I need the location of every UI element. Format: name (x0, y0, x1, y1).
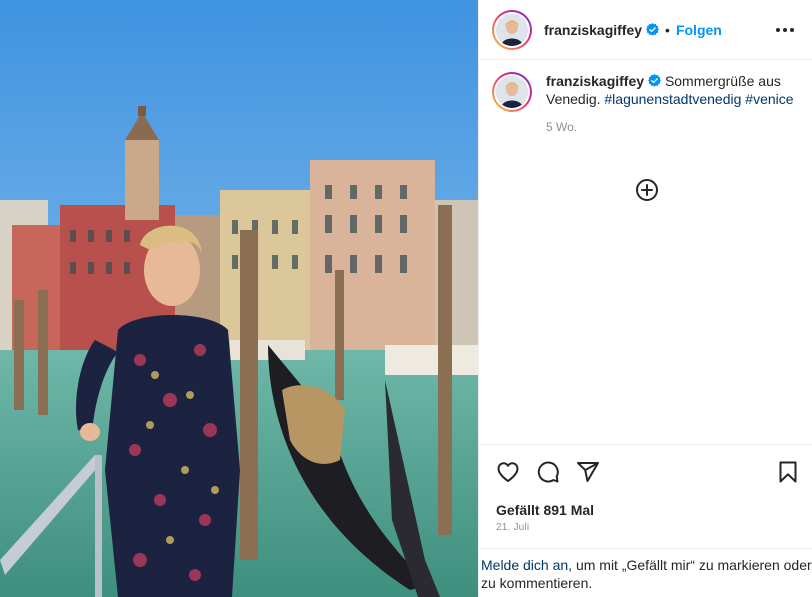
login-link[interactable]: Melde dich an (481, 557, 568, 573)
avatar[interactable] (492, 9, 532, 50)
post-date: 21. Juli (496, 522, 530, 533)
post-actions: Gefällt 891 Mal 21. Juli (479, 444, 812, 548)
caption-avatar[interactable] (492, 72, 532, 112)
add-circle-icon[interactable] (635, 178, 659, 202)
send-icon[interactable] (576, 460, 600, 484)
post-caption: franziskagiffey Sommergrüße aus Venedig.… (492, 72, 802, 136)
caption-body: franziskagiffey Sommergrüße aus Venedig.… (546, 72, 796, 136)
caption-avatar-image (494, 74, 530, 110)
avatar-image (494, 11, 530, 48)
profile-photo-icon (496, 13, 528, 46)
heart-icon[interactable] (496, 460, 520, 484)
bookmark-icon[interactable] (776, 460, 800, 484)
hashtag-link[interactable]: #venice (745, 91, 793, 107)
header-separator: • (665, 21, 670, 38)
verified-badge-icon (648, 74, 662, 87)
caption-username[interactable]: franziskagiffey (546, 73, 644, 89)
login-prompt: Melde dich an, um mit „Gefällt mir“ zu m… (479, 548, 812, 597)
post-side-panel: franziskagiffey • Folgen franziskagiffey (478, 0, 812, 597)
profile-photo-icon (496, 76, 528, 108)
more-options-icon[interactable] (773, 20, 797, 40)
verified-badge-icon (646, 23, 660, 36)
hashtag-link[interactable]: #lagunenstadtvenedig (604, 91, 741, 107)
like-count[interactable]: Gefällt 891 Mal (496, 502, 594, 518)
venice-photo-image (0, 0, 478, 597)
post-timestamp[interactable]: 5 Wo. (546, 118, 796, 136)
header-username[interactable]: franziskagiffey (544, 22, 642, 38)
post-header: franziskagiffey • Folgen (479, 0, 812, 60)
follow-button[interactable]: Folgen (676, 22, 722, 38)
post-photo[interactable] (0, 0, 478, 597)
comment-icon[interactable] (536, 460, 560, 484)
